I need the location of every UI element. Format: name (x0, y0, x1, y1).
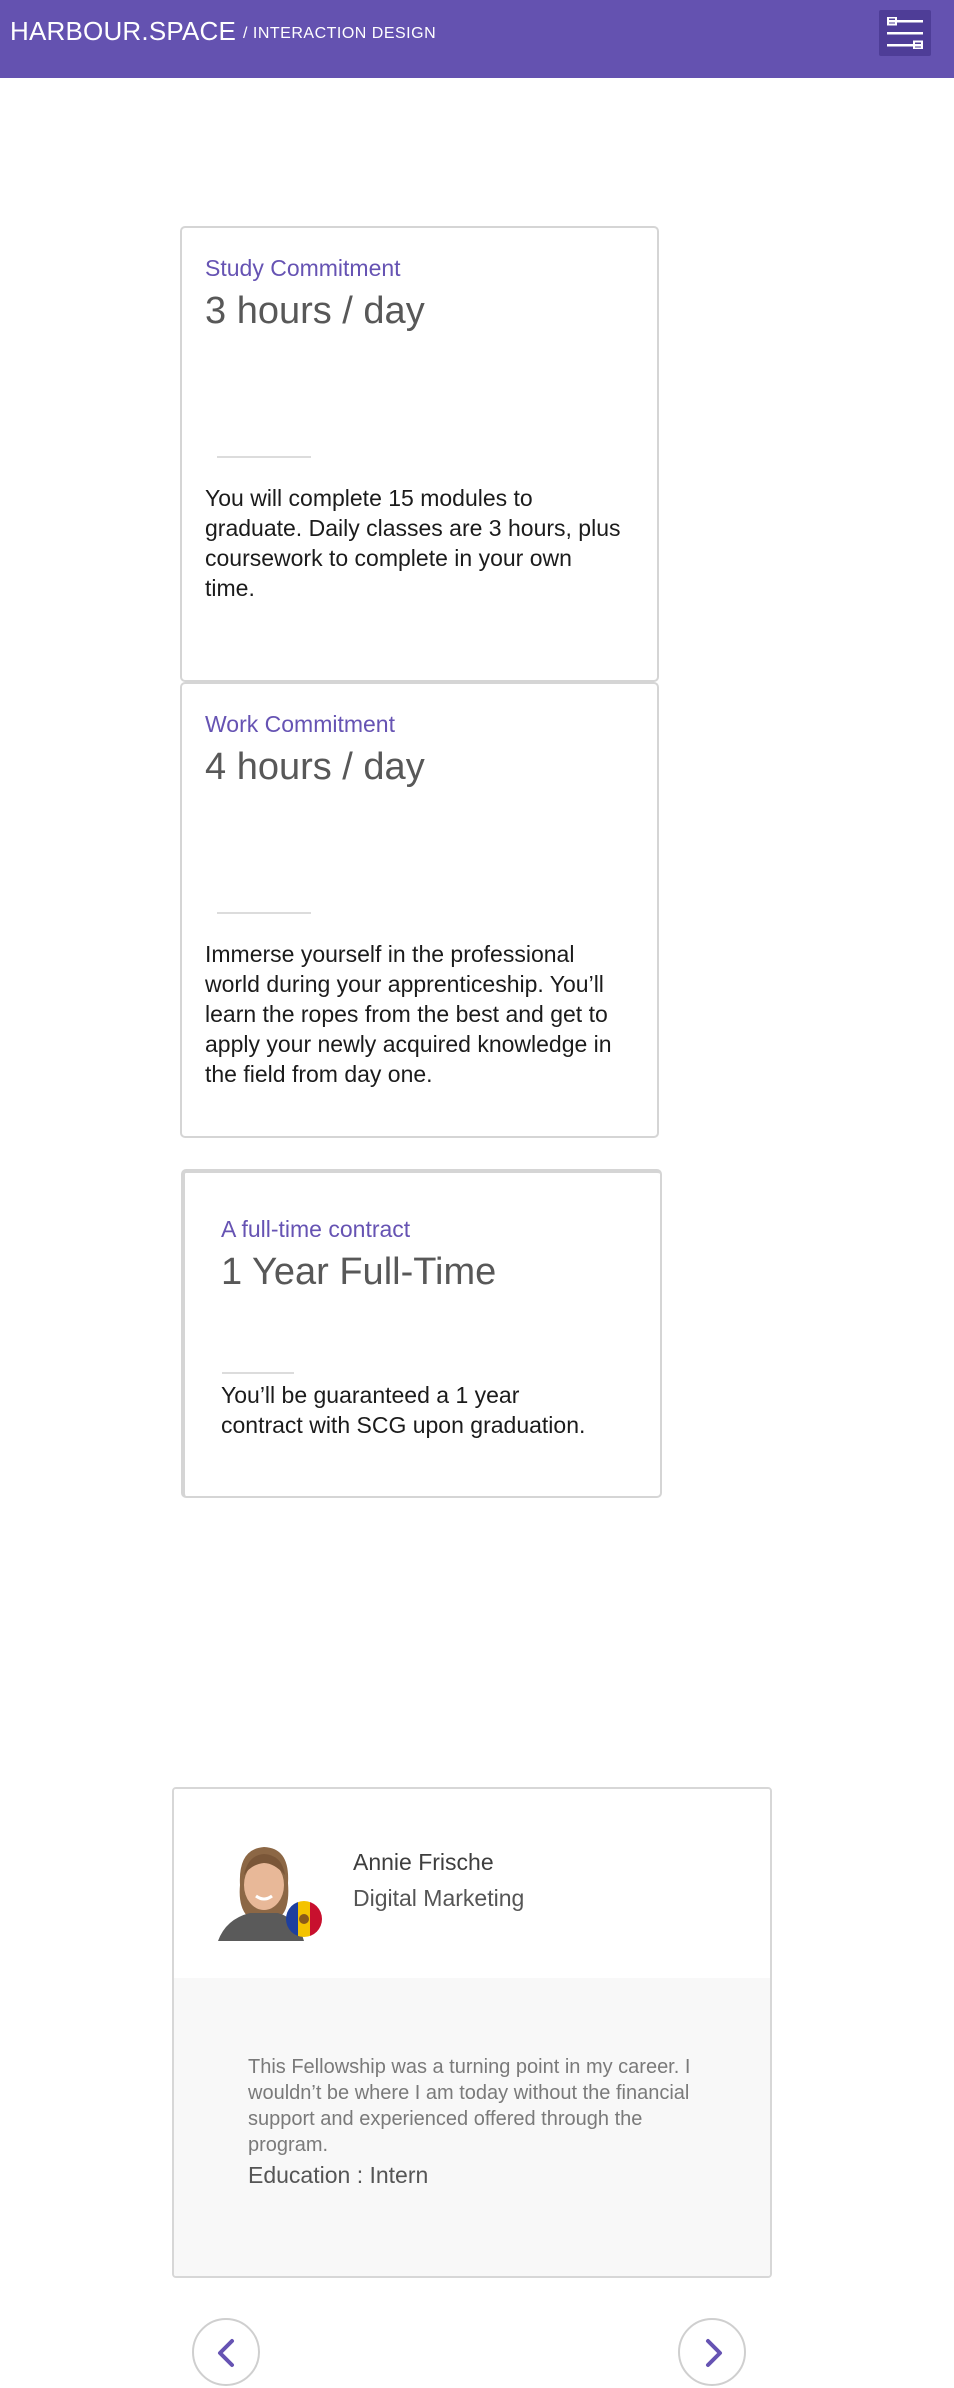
testimonial-header: Annie Frische Digital Marketing (174, 1789, 770, 1978)
testimonial-quote: This Fellowship was a turning point in m… (248, 2056, 691, 2156)
testimonial-body: This Fellowship was a turning point in m… (174, 1978, 770, 2276)
program-breadcrumb: / INTERACTION DESIGN (243, 25, 437, 42)
card-value: 1 Year Full-Time (221, 1251, 497, 1293)
card-label: Work Commitment (205, 711, 395, 737)
card-description: You’ll be guaranteed a 1 year contract w… (221, 1382, 586, 1438)
testimonial-name: Annie Frische (353, 1849, 494, 1875)
next-button[interactable] (678, 2318, 746, 2386)
chevron-left-icon (218, 2339, 234, 2367)
card-label: A full-time contract (221, 1216, 411, 1242)
chevron-right-icon (706, 2339, 722, 2367)
testimonial-meta: Education : Intern (248, 2162, 429, 2188)
full-time-contract-card: A full-time contract 1 Year Full-Time Yo… (181, 1169, 662, 1498)
top-navigation-bar: HARBOUR.SPACE / INTERACTION DESIGN (0, 0, 954, 78)
card-label: Study Commitment (205, 255, 401, 281)
flag-icon (286, 1901, 322, 1937)
card-value: 4 hours / day (205, 746, 425, 788)
menu-sliders-icon (887, 17, 923, 49)
menu-button[interactable] (879, 10, 931, 56)
card-divider (222, 1372, 294, 1374)
testimonial-card: Annie Frische Digital Marketing This Fel… (172, 1787, 772, 2278)
card-divider (217, 456, 311, 458)
testimonial-role: Digital Marketing (353, 1885, 525, 1911)
card-description: Immerse yourself in the professional wor… (205, 941, 612, 1087)
previous-button[interactable] (192, 2318, 260, 2386)
card-value: 3 hours / day (205, 290, 425, 332)
study-commitment-card: Study Commitment 3 hours / day You will … (180, 226, 659, 682)
card-divider (217, 912, 311, 914)
work-commitment-card: Work Commitment 4 hours / day Immerse yo… (180, 682, 659, 1138)
card-description: You will complete 15 modules to graduate… (205, 485, 621, 601)
brand-logo-text[interactable]: HARBOUR.SPACE (10, 17, 236, 45)
